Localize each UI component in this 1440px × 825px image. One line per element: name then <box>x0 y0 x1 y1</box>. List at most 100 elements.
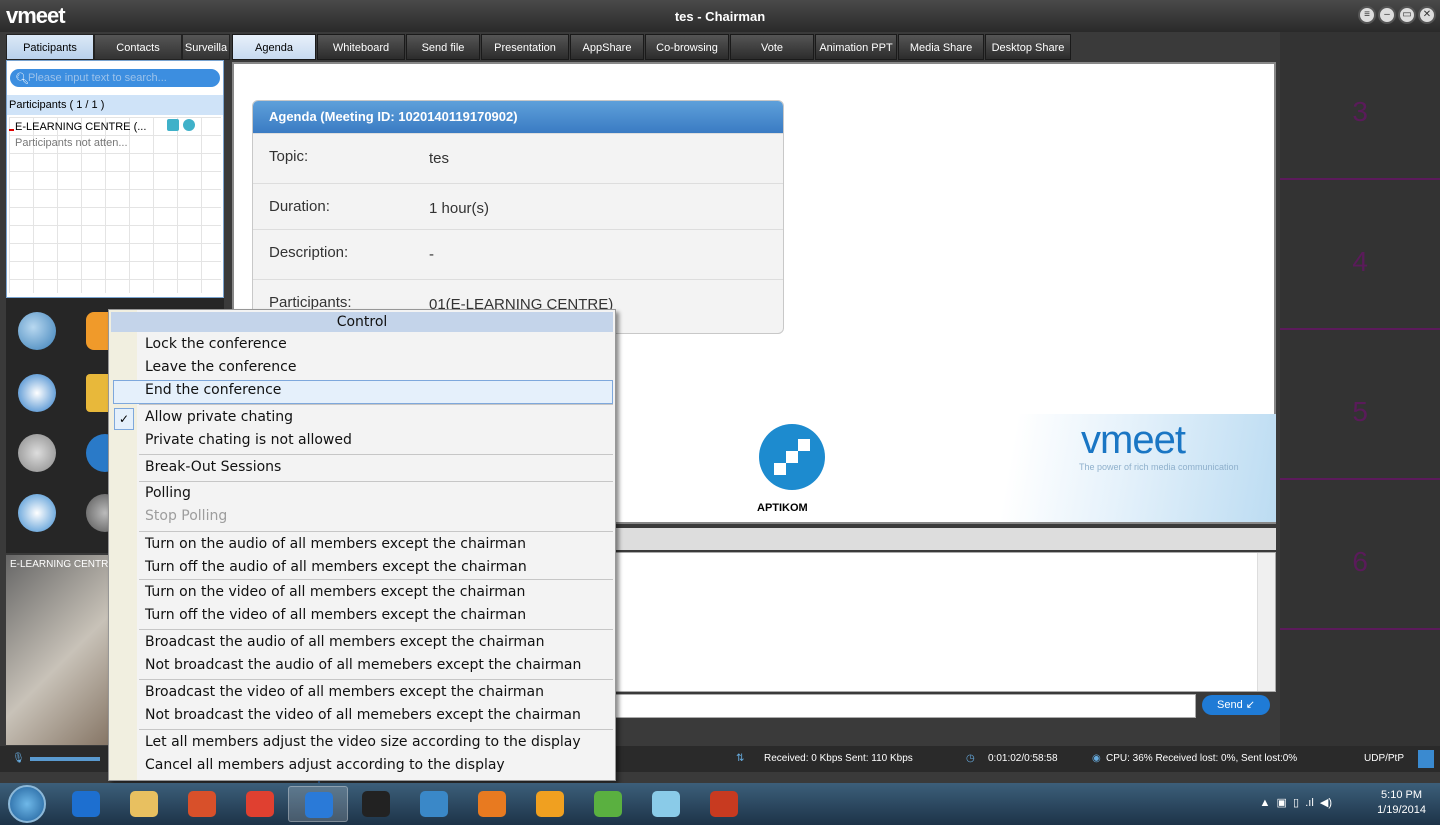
menu-separator <box>139 629 613 630</box>
taskbar-button[interactable] <box>288 786 348 822</box>
search-placeholder: Please input text to search... <box>28 72 167 84</box>
taskbar-button[interactable] <box>578 786 638 822</box>
fullscreen-icon[interactable] <box>1418 750 1434 768</box>
menu-item-turn-off-the-audio-of-all-members-except-the-chairman[interactable]: Turn off the audio of all members except… <box>145 559 527 575</box>
cpu-text: CPU: 36% Received lost: 0%, Sent lost:0% <box>1106 753 1298 764</box>
traffic-text: Received: 0 Kbps Sent: 110 Kbps <box>764 753 913 764</box>
taskbar-clock[interactable]: 5:10 PM 1/19/2014 <box>1377 788 1426 818</box>
aptikom-logo <box>759 424 825 490</box>
video-slot-6[interactable]: 6 <box>1280 482 1440 630</box>
internet-explorer-icon <box>72 791 100 817</box>
video-slot-5[interactable]: 5 <box>1280 332 1440 480</box>
webcam-settings-icon[interactable] <box>18 434 56 472</box>
chat-scrollbar[interactable] <box>1257 553 1275 691</box>
video-slot-4[interactable]: 4 <box>1280 182 1440 330</box>
taskbar-button[interactable] <box>404 786 464 822</box>
send-label: Send <box>1217 699 1243 711</box>
agenda-key: Topic: <box>269 148 309 165</box>
send-button[interactable]: Send ↙ <box>1202 695 1270 715</box>
weather-icon <box>536 791 564 817</box>
agenda-row-topic: Topic: tes <box>253 133 783 181</box>
tab-desktop-share[interactable]: Desktop Share <box>985 34 1071 60</box>
vmeet-icon <box>305 792 333 818</box>
clock-time: 5:10 PM <box>1381 789 1423 801</box>
tab-vote[interactable]: Vote <box>730 34 814 60</box>
menu-item-cancel-all-members-adjust-according-to-the-display[interactable]: Cancel all members adjust according to t… <box>145 757 505 773</box>
menu-separator <box>139 679 613 680</box>
aptikom-label: APTIKOM <box>757 502 808 514</box>
taskbar-button[interactable] <box>462 786 522 822</box>
clock-icon[interactable] <box>18 374 56 412</box>
menu-item-not-broadcast-the-video-of-all-memebers-except-the-chairman[interactable]: Not broadcast the video of all memebers … <box>145 707 581 723</box>
tab-appshare[interactable]: AppShare <box>570 34 644 60</box>
menu-item-break-out-sessions[interactable]: Break-Out Sessions <box>145 459 281 475</box>
protocol-text: UDP/PtP <box>1364 753 1405 764</box>
video-slot-3[interactable]: 3 <box>1280 32 1440 180</box>
agenda-card: Agenda (Meeting ID: 1020140119170902) To… <box>252 100 784 334</box>
left-tab-paticipants[interactable]: Paticipants <box>6 34 94 60</box>
menu-item-lock-the-conference[interactable]: Lock the conference <box>145 336 287 352</box>
close-button[interactable]: ✕ <box>1418 6 1436 24</box>
control-menu: Control ✓ Lock the conference Leave the c… <box>108 309 616 781</box>
menu-item-broadcast-the-video-of-all-members-except-the-chairman[interactable]: Broadcast the video of all members excep… <box>145 684 544 700</box>
menu-item-polling[interactable]: Polling <box>145 485 191 501</box>
tab-send-file[interactable]: Send file <box>406 34 480 60</box>
tab-co-browsing[interactable]: Co-browsing <box>645 34 729 60</box>
start-button[interactable] <box>8 785 46 823</box>
menu-item-leave-the-conference[interactable]: Leave the conference <box>145 359 296 375</box>
taskbar-button[interactable] <box>636 786 696 822</box>
menu-item-broadcast-the-audio-of-all-members-except-the-chairman[interactable]: Broadcast the audio of all members excep… <box>145 634 545 650</box>
video-slots: 3 4 5 6 <box>1280 32 1440 750</box>
video-label: E-LEARNING CENTR <box>10 559 109 570</box>
left-tabs: Paticipants Contacts Surveilla <box>6 34 230 60</box>
minimize-button[interactable]: – <box>1378 6 1396 24</box>
microphone-icon[interactable]: 🎙︎ <box>12 753 25 764</box>
menu-button[interactable]: ≡ <box>1358 6 1376 24</box>
tab-whiteboard[interactable]: Whiteboard <box>317 34 405 60</box>
powerpoint-icon <box>710 791 738 817</box>
taskbar-button[interactable] <box>694 786 754 822</box>
volume-slider[interactable] <box>30 757 100 761</box>
microphone-icon[interactable] <box>167 119 179 131</box>
agenda-row-duration: Duration: 1 hour(s) <box>253 183 783 231</box>
search-input[interactable]: 🔍︎ Please input text to search... <box>10 69 220 87</box>
participant-name: E-LEARNING CENTRE (... <box>15 121 147 133</box>
menu-item-private-chating-is-not-allowed[interactable]: Private chating is not allowed <box>145 432 352 448</box>
taskbar-button[interactable] <box>172 786 232 822</box>
camera-icon[interactable] <box>183 119 195 131</box>
left-tab-surveilla[interactable]: Surveilla <box>182 34 230 60</box>
system-tray[interactable]: ▲ ▣ ▯ .ıl ◀) <box>1260 796 1332 809</box>
tab-agenda[interactable]: Agenda <box>232 34 316 60</box>
menu-separator <box>139 404 613 405</box>
media-player-icon <box>188 791 216 817</box>
menu-item-let-all-members-adjust-the-video-size-according-to-the-display[interactable]: Let all members adjust the video size ac… <box>145 734 581 750</box>
left-tab-contacts[interactable]: Contacts <box>94 34 182 60</box>
participant-status: Participants not atten... <box>15 137 128 149</box>
menu-item-not-broadcast-the-audio-of-all-memebers-except-the-chairman[interactable]: Not broadcast the audio of all memebers … <box>145 657 581 673</box>
menu-item-turn-on-the-video-of-all-members-except-the-chairman[interactable]: Turn on the video of all members except … <box>145 584 525 600</box>
blackberry-icon <box>362 791 390 817</box>
tab-animation-ppt[interactable]: Animation PPT <box>815 34 897 60</box>
menu-separator <box>139 531 613 532</box>
taskbar-button[interactable] <box>114 786 174 822</box>
vmeet-logo: vmeet <box>1081 418 1186 462</box>
menu-separator <box>139 454 613 455</box>
taskbar: ▲ ▣ ▯ .ıl ◀) 5:10 PM 1/19/2014 <box>0 783 1440 825</box>
restore-button[interactable]: ▭ <box>1398 6 1416 24</box>
timer-icon[interactable] <box>18 494 56 532</box>
participants-panel: 🔍︎ Please input text to search... Partic… <box>6 60 224 298</box>
participant-list: E-LEARNING CENTRE (... Participants not … <box>9 117 221 293</box>
taskbar-button[interactable] <box>230 786 290 822</box>
menu-item-end-the-conference[interactable]: End the conference <box>145 382 281 398</box>
taskbar-button[interactable] <box>56 786 116 822</box>
menu-item-turn-on-the-audio-of-all-members-except-the-chairman[interactable]: Turn on the audio of all members except … <box>145 536 526 552</box>
add-user-icon[interactable] <box>18 312 56 350</box>
tab-media-share[interactable]: Media Share <box>898 34 984 60</box>
menu-item-turn-off-the-video-of-all-members-except-the-chairman[interactable]: Turn off the video of all members except… <box>145 607 526 623</box>
menu-item-allow-private-chating[interactable]: Allow private chating <box>145 409 293 425</box>
menu-separator <box>139 579 613 580</box>
taskbar-button[interactable] <box>520 786 580 822</box>
agenda-value: - <box>429 246 434 263</box>
taskbar-button[interactable] <box>346 786 406 822</box>
tab-presentation[interactable]: Presentation <box>481 34 569 60</box>
